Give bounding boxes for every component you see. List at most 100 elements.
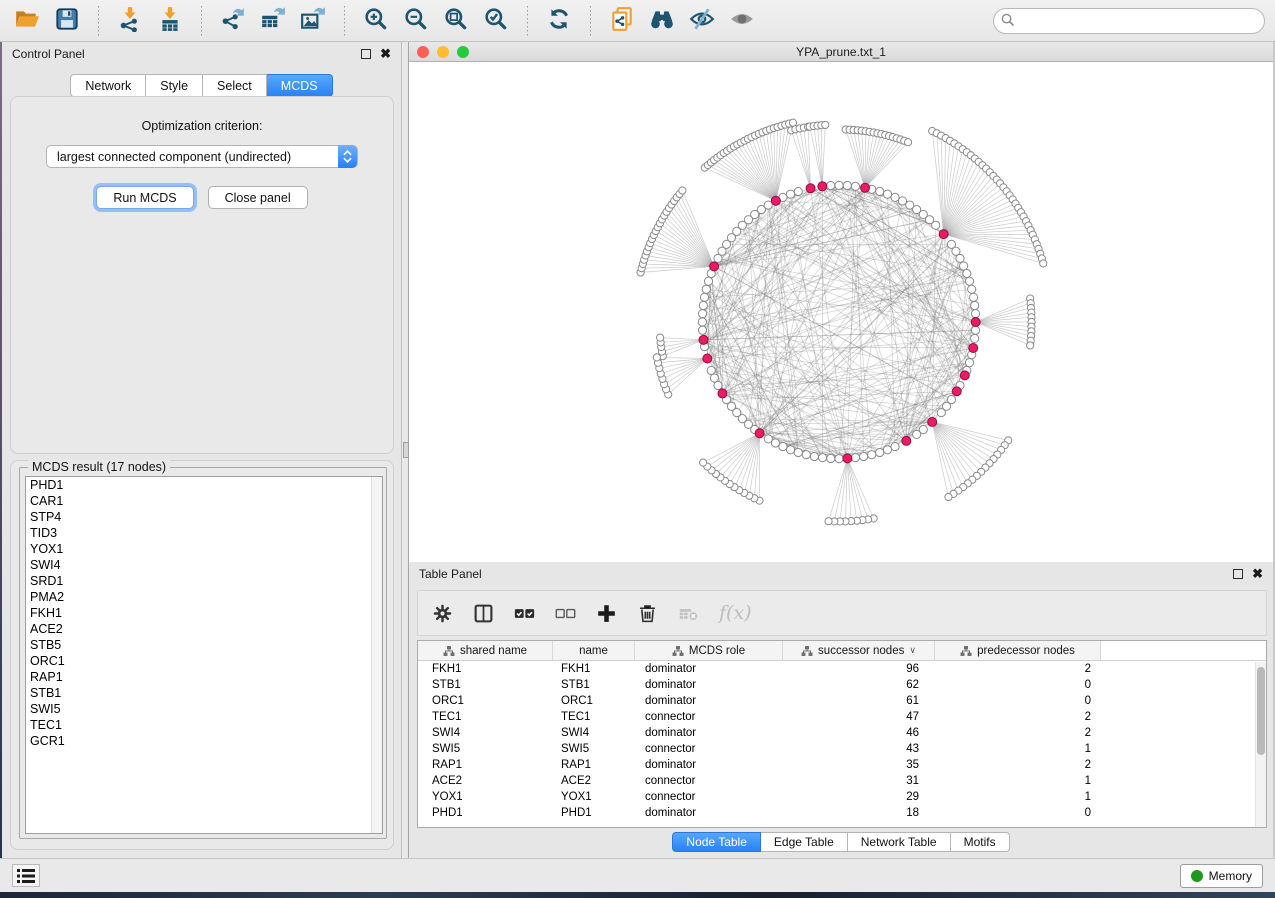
table-row[interactable]: STB1STB1dominator620: [418, 677, 1266, 693]
network-window-title: YPA_prune.txt_1: [409, 45, 1273, 59]
tab-motifs[interactable]: Motifs: [951, 832, 1010, 852]
tab-network[interactable]: Network: [70, 74, 146, 97]
zoom-fit-button[interactable]: [439, 5, 473, 37]
table-cell: STB1: [418, 679, 553, 691]
table-cell: ACE2: [418, 775, 553, 787]
export-table-button[interactable]: [256, 5, 290, 37]
save-session-button[interactable]: [50, 5, 84, 37]
column-header-successor-nodes[interactable]: successor nodes∨: [783, 641, 935, 660]
mcds-result-list[interactable]: PHD1CAR1STP4TID3YOX1SWI4SRD1PMA2FKH1ACE2…: [25, 476, 383, 834]
table-cell: FKH1: [418, 663, 553, 675]
mcds-result-item[interactable]: SRD1: [26, 573, 382, 589]
mcds-result-item[interactable]: STB1: [26, 685, 382, 701]
float-panel-icon[interactable]: [361, 49, 371, 59]
deselect-all-icon[interactable]: [555, 603, 576, 624]
control-panel-titlebar: Control Panel ✖: [2, 42, 401, 66]
float-panel-icon[interactable]: [1233, 569, 1243, 579]
mcds-result-item[interactable]: TEC1: [26, 717, 382, 733]
table-row[interactable]: YOX1YOX1connector291: [418, 789, 1266, 805]
close-panel-icon[interactable]: ✖: [380, 49, 391, 59]
mcds-result-item[interactable]: GCR1: [26, 733, 382, 749]
mcds-result-item[interactable]: PMA2: [26, 589, 382, 605]
mcds-result-item[interactable]: RAP1: [26, 669, 382, 685]
table-cell: SWI4: [553, 727, 635, 739]
mcds-result-item[interactable]: STP4: [26, 509, 382, 525]
add-column-icon[interactable]: [596, 603, 617, 624]
memory-button[interactable]: Memory: [1180, 864, 1263, 888]
table-row[interactable]: FKH1FKH1dominator962: [418, 661, 1266, 677]
column-header-predecessor-nodes[interactable]: predecessor nodes: [935, 641, 1101, 660]
mcds-result-item[interactable]: PHD1: [26, 477, 382, 493]
tab-edge-table[interactable]: Edge Table: [761, 832, 848, 852]
table-cell: 29: [783, 791, 935, 803]
mcds-result-item[interactable]: CAR1: [26, 493, 382, 509]
table-row[interactable]: SWI4SWI4dominator462: [418, 725, 1266, 741]
mcds-result-item[interactable]: SWI5: [26, 701, 382, 717]
table-cell: TEC1: [418, 711, 553, 723]
settings-gear-icon[interactable]: [432, 603, 453, 624]
hide-selected-button[interactable]: [685, 5, 719, 37]
mcds-result-item[interactable]: SWI4: [26, 557, 382, 573]
zoom-in-button[interactable]: [359, 5, 393, 37]
table-cell: 0: [935, 679, 1101, 691]
table-cell: 47: [783, 711, 935, 723]
run-mcds-button[interactable]: Run MCDS: [96, 186, 193, 209]
network-window-titlebar: YPA_prune.txt_1: [409, 42, 1273, 62]
table-row[interactable]: RAP1RAP1dominator352: [418, 757, 1266, 773]
node-table: shared namenameMCDS rolesuccessor nodes∨…: [417, 640, 1267, 828]
close-panel-button[interactable]: Close panel: [208, 186, 308, 209]
show-all-button[interactable]: [725, 5, 759, 37]
tab-style[interactable]: Style: [146, 74, 203, 97]
table-cell: 2: [935, 711, 1101, 723]
find-binoculars-icon: [649, 6, 675, 35]
column-header-MCDS-role[interactable]: MCDS role: [635, 641, 783, 660]
import-network-button[interactable]: [113, 5, 147, 37]
search-input[interactable]: [993, 8, 1265, 34]
select-all-icon[interactable]: [514, 603, 535, 624]
table-row[interactable]: TEC1TEC1connector472: [418, 709, 1266, 725]
column-header-name[interactable]: name: [553, 641, 635, 660]
tab-mcds[interactable]: MCDS: [267, 74, 333, 97]
column-header-shared-name[interactable]: shared name: [418, 641, 553, 660]
network-graph[interactable]: [409, 62, 1273, 561]
select-stepper-icon: [338, 145, 357, 168]
table-cell: 2: [935, 663, 1101, 675]
zoom-out-button[interactable]: [399, 5, 433, 37]
status-bar: Memory: [0, 858, 1275, 892]
find-binoculars-button[interactable]: [645, 5, 679, 37]
refresh-layout-button[interactable]: [542, 5, 576, 37]
export-network-button[interactable]: [216, 5, 250, 37]
mcds-result-item[interactable]: ACE2: [26, 621, 382, 637]
import-table-button[interactable]: [153, 5, 187, 37]
mcds-result-item[interactable]: YOX1: [26, 541, 382, 557]
table-row[interactable]: ORC1ORC1dominator610: [418, 693, 1266, 709]
split-panel-icon[interactable]: [473, 603, 494, 624]
result-list-scrollbar[interactable]: [371, 477, 382, 833]
list-icon: [17, 869, 35, 883]
table-scrollbar[interactable]: [1255, 662, 1266, 828]
tab-node-table[interactable]: Node Table: [672, 832, 761, 852]
mcds-result-item[interactable]: ORC1: [26, 653, 382, 669]
shared-column-icon: [801, 645, 813, 657]
clone-network-button[interactable]: [605, 5, 639, 37]
criterion-select[interactable]: largest connected component (undirected): [46, 145, 358, 168]
export-image-button[interactable]: [296, 5, 330, 37]
show-panels-list-button[interactable]: [12, 864, 40, 887]
table-cell: 96: [783, 663, 935, 675]
hide-selected-eye-slash-icon: [689, 6, 715, 35]
open-file-button[interactable]: [10, 5, 44, 37]
mcds-result-item[interactable]: STB5: [26, 637, 382, 653]
close-panel-icon[interactable]: ✖: [1252, 569, 1263, 579]
tab-network-table[interactable]: Network Table: [848, 832, 951, 852]
delete-column-icon[interactable]: [637, 603, 658, 624]
mcds-result-item[interactable]: FKH1: [26, 605, 382, 621]
table-row[interactable]: ACE2ACE2connector311: [418, 773, 1266, 789]
zoom-selected-button[interactable]: [479, 5, 513, 37]
table-panel-tabs: Node TableEdge TableNetwork TableMotifs: [409, 832, 1273, 852]
tab-select[interactable]: Select: [203, 74, 267, 97]
table-cell: dominator: [635, 807, 783, 819]
table-row[interactable]: SWI5SWI5connector431: [418, 741, 1266, 757]
mcds-result-item[interactable]: TID3: [26, 525, 382, 541]
table-scrollbar-thumb[interactable]: [1257, 667, 1265, 755]
table-row[interactable]: PHD1PHD1dominator180: [418, 805, 1266, 821]
